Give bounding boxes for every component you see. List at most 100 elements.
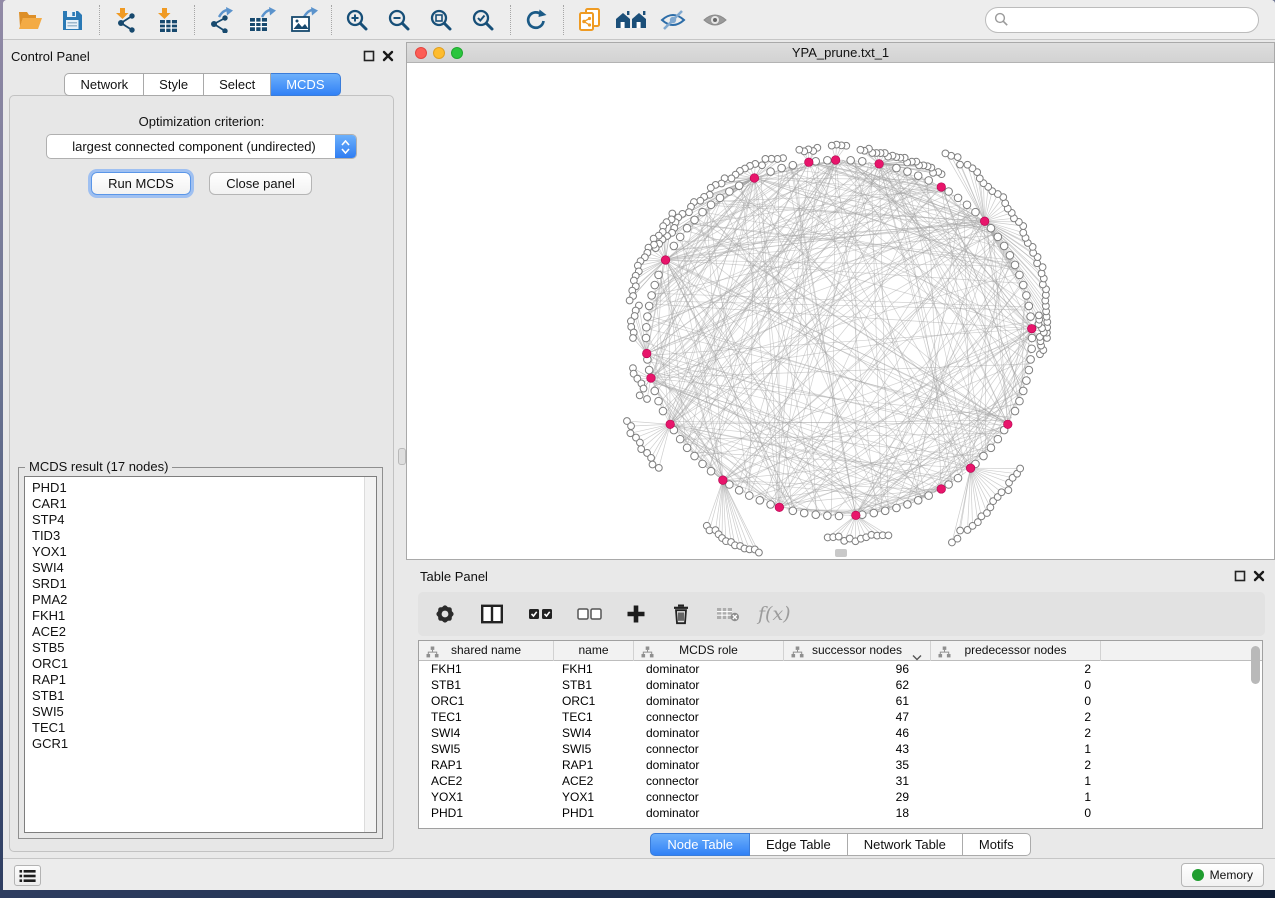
delete-column-button[interactable] [670, 599, 692, 629]
table-row[interactable]: ORC1ORC1dominator610 [419, 693, 1262, 709]
mcds-result-group: MCDS result (17 nodes) PHD1CAR1STP4TID3Y… [18, 467, 383, 839]
zoom-out-icon [387, 8, 411, 32]
column-header-predecessor-nodes[interactable]: predecessor nodes [931, 641, 1101, 661]
column-header-mcds-role[interactable]: MCDS role [634, 641, 784, 661]
control-panel-title: Control Panel [11, 49, 90, 64]
export-table-button[interactable] [245, 5, 279, 35]
export-image-button[interactable] [287, 5, 321, 35]
table-settings-button[interactable] [434, 599, 456, 629]
table-row[interactable]: SWI4SWI4dominator462 [419, 725, 1262, 741]
table-row[interactable]: FKH1FKH1dominator962 [419, 661, 1262, 677]
table-row[interactable]: TEC1TEC1connector472 [419, 709, 1262, 725]
table-cell: YOX1 [554, 789, 634, 805]
mcds-list-item[interactable]: TID3 [32, 528, 376, 544]
network-hscrollbar[interactable] [835, 549, 847, 557]
zoom-selected-icon [471, 8, 495, 32]
table-cell: 61 [784, 693, 931, 709]
mcds-list-item[interactable]: PHD1 [32, 480, 376, 496]
import-network-button[interactable] [108, 5, 142, 35]
table-row[interactable]: RAP1RAP1dominator352 [419, 757, 1262, 773]
panel-splitter-grip[interactable] [398, 448, 406, 465]
tab-node-table[interactable]: Node Table [650, 833, 750, 856]
mcds-list-item[interactable]: SRD1 [32, 576, 376, 592]
mcds-list-item[interactable]: TEC1 [32, 720, 376, 736]
mcds-list-item[interactable]: ACE2 [32, 624, 376, 640]
deselect-all-button[interactable] [577, 599, 602, 629]
mcds-panel: Optimization criterion: largest connecte… [9, 95, 394, 852]
float-panel-icon[interactable] [1234, 570, 1246, 582]
close-panel-icon[interactable] [382, 50, 394, 62]
mcds-list-item[interactable]: ORC1 [32, 656, 376, 672]
table-row[interactable]: SWI5SWI5connector431 [419, 741, 1262, 757]
memory-status-icon [1192, 869, 1204, 881]
network-view-window: YPA_prune.txt_1 [406, 42, 1275, 560]
hide-selected-button[interactable] [656, 5, 690, 35]
run-mcds-button[interactable]: Run MCDS [91, 172, 191, 195]
copy-network-button[interactable] [572, 5, 606, 35]
table-scrollbar-thumb[interactable] [1251, 646, 1260, 684]
import-table-button[interactable] [150, 5, 184, 35]
mcds-list-item[interactable]: SWI4 [32, 560, 376, 576]
refresh-layout-button[interactable] [519, 5, 553, 35]
tab-select[interactable]: Select [204, 73, 271, 96]
tab-network-table[interactable]: Network Table [848, 833, 963, 856]
table-cell: 2 [931, 725, 1101, 741]
table-cell: dominator [634, 805, 784, 821]
export-image-icon [290, 7, 318, 33]
export-network-button[interactable] [203, 5, 237, 35]
mcds-list-item[interactable]: FKH1 [32, 608, 376, 624]
table-cell: 2 [931, 661, 1101, 677]
tab-network[interactable]: Network [64, 73, 144, 96]
table-cell: dominator [634, 677, 784, 693]
close-panel-icon[interactable] [1253, 570, 1265, 582]
table-row[interactable]: STB1STB1dominator620 [419, 677, 1262, 693]
node-table-header: shared namenameMCDS rolesuccessor nodesp… [419, 641, 1262, 661]
network-canvas[interactable] [407, 63, 1274, 559]
tab-mcds[interactable]: MCDS [271, 73, 340, 96]
mcds-list-item[interactable]: SWI5 [32, 704, 376, 720]
float-panel-icon[interactable] [363, 50, 375, 62]
column-header-name[interactable]: name [554, 641, 634, 661]
close-panel-button[interactable]: Close panel [209, 172, 312, 195]
criterion-dropdown[interactable]: largest connected component (undirected) [46, 134, 357, 159]
criterion-label: Optimization criterion: [10, 114, 393, 129]
mcds-list-item[interactable]: PMA2 [32, 592, 376, 608]
import-network-icon [112, 7, 138, 33]
table-cell: dominator [634, 693, 784, 709]
tab-style[interactable]: Style [144, 73, 204, 96]
network-titlebar[interactable]: YPA_prune.txt_1 [407, 43, 1274, 63]
add-column-button[interactable] [626, 599, 646, 629]
mcds-list-item[interactable]: STP4 [32, 512, 376, 528]
table-cell: connector [634, 773, 784, 789]
save-session-button[interactable] [55, 5, 89, 35]
mcds-list-item[interactable]: STB1 [32, 688, 376, 704]
table-cell: 62 [784, 677, 931, 693]
column-header-successor-nodes[interactable]: successor nodes [784, 641, 931, 661]
mcds-list-scrollbar[interactable] [364, 477, 376, 832]
table-cell: ACE2 [419, 773, 554, 789]
zoom-in-button[interactable] [340, 5, 374, 35]
table-row[interactable]: ACE2ACE2connector311 [419, 773, 1262, 789]
search-box [985, 7, 1259, 33]
mcds-list-item[interactable]: STB5 [32, 640, 376, 656]
first-neighbors-button[interactable] [614, 5, 648, 35]
zoom-fit-button[interactable] [424, 5, 458, 35]
mcds-list-item[interactable]: YOX1 [32, 544, 376, 560]
zoom-out-button[interactable] [382, 5, 416, 35]
mcds-list-item[interactable]: RAP1 [32, 672, 376, 688]
memory-button[interactable]: Memory [1181, 863, 1264, 887]
show-panels-button[interactable] [14, 865, 41, 886]
open-folder-button[interactable] [13, 5, 47, 35]
table-row[interactable]: PHD1PHD1dominator180 [419, 805, 1262, 821]
tab-motifs[interactable]: Motifs [963, 833, 1031, 856]
column-header-shared-name[interactable]: shared name [419, 641, 554, 661]
tab-edge-table[interactable]: Edge Table [750, 833, 848, 856]
table-row[interactable]: YOX1YOX1connector291 [419, 789, 1262, 805]
mcds-list-item[interactable]: CAR1 [32, 496, 376, 512]
split-panel-button[interactable] [480, 599, 504, 629]
mcds-list-item[interactable]: GCR1 [32, 736, 376, 752]
select-all-button[interactable] [528, 599, 553, 629]
table-cell: TEC1 [554, 709, 634, 725]
search-input[interactable] [1015, 11, 1250, 28]
zoom-selected-button[interactable] [466, 5, 500, 35]
